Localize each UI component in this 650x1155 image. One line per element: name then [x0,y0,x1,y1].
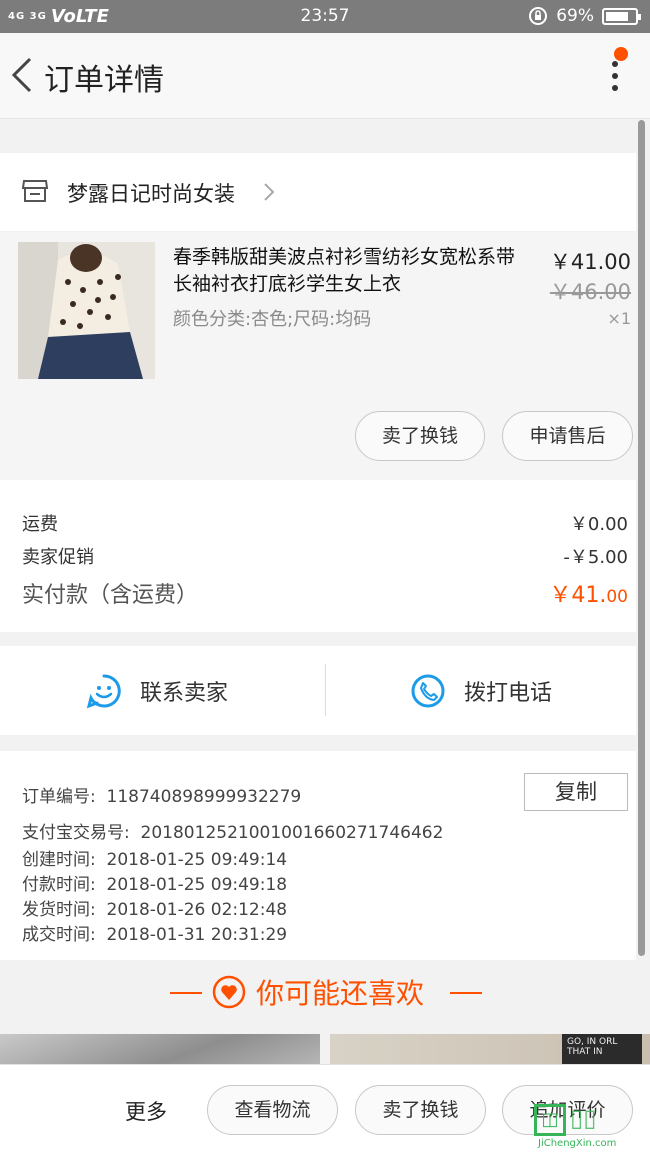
after-sale-button[interactable]: 申请售后 [502,411,633,461]
paid-time-row: 付款时间: 2018-01-25 09:49:18 [22,870,287,895]
shop-icon [22,180,48,202]
shop-name: 梦露日记时尚女装 [67,182,235,206]
call-label: 拨打电话 [464,680,553,706]
alipay-number-label: 支付宝交易号: [22,823,130,843]
recommend-sign-text: GO, IN ORL THAT IN [562,1034,642,1064]
recommend-header: 你可能还喜欢 [0,962,650,1024]
shipped-time-label: 发货时间: [22,900,96,920]
shipping-label: 运费 [22,514,58,535]
product-spec: 颜色分类:杏色;尺码:均码 [173,309,372,330]
sell-button[interactable]: 卖了换钱 [355,411,485,461]
contact-section: 联系卖家 拨打电话 [0,646,636,735]
shipping-row: 运费 ￥0.00 [22,510,628,536]
product-quantity: ×1 [607,309,631,328]
recommend-item-image[interactable]: GO, IN ORL THAT IN [330,1034,650,1064]
order-number-value: 118740898999932279 [106,787,302,807]
scrollbar[interactable] [638,120,645,956]
recommend-thumbnails: GO, IN ORL THAT IN [0,1034,650,1064]
nav-bar: 订单详情 [0,33,650,119]
watermark-glyphs: ▯▯ [570,1104,597,1132]
alipay-number-value: 2018012521001001660271746462 [140,823,444,843]
order-number-row: 订单编号: 118740898999932279 [22,782,301,807]
contact-seller-label: 联系卖家 [140,680,229,706]
battery-percent: 69% [556,6,594,26]
shipped-time-value: 2018-01-26 02:12:48 [106,900,288,920]
total-cents: 00 [606,587,628,607]
product-item[interactable]: 春季韩版甜美波点衬衫雪纺衫女宽松系带长袖衬衣打底衫学生女上衣 颜色分类:杏色;尺… [0,232,636,480]
page-title: 订单详情 [44,63,164,98]
chevron-right-icon [264,183,275,201]
fees-section: 运费 ￥0.00 卖家促销 -￥5.00 实付款（含运费） ￥41.00 [0,480,636,632]
more-menu-icon[interactable] [608,57,622,97]
total-value: ￥41.00 [549,577,628,609]
product-original-price: ￥46.00 [549,280,631,304]
heart-icon [212,975,246,1009]
watermark-mark: ◫ [534,1104,566,1136]
watermark-logo: ◫ ▯▯ JiChengXin.com [534,1104,648,1152]
copy-button[interactable]: 复制 [524,773,628,811]
product-price: ￥41.00 [549,250,631,274]
alipay-number-row: 支付宝交易号: 2018012521001001660271746462 [22,818,443,843]
total-main: ￥41. [549,583,607,608]
shipping-value: ￥0.00 [569,514,628,535]
sell-button-bottom[interactable]: 卖了换钱 [355,1085,486,1135]
total-label: 实付款（含运费） [22,583,199,608]
status-right: 69% [528,6,641,26]
chat-face-icon [86,673,121,708]
completed-time-row: 成交时间: 2018-01-31 20:31:29 [22,920,287,945]
product-name[interactable]: 春季韩版甜美波点衬衫雪纺衫女宽松系带长袖衬衣打底衫学生女上衣 [173,244,528,298]
paid-time-label: 付款时间: [22,875,96,895]
completed-time-label: 成交时间: [22,925,96,945]
product-image[interactable] [18,242,155,379]
recommend-line-left [170,992,202,994]
order-number-label: 订单编号: [22,787,96,807]
more-button[interactable]: 更多 [125,1096,167,1126]
contact-seller-button[interactable]: 联系卖家 [86,646,228,735]
total-row: 实付款（含运费） ￥41.00 [22,577,628,609]
recommend-item-image[interactable] [0,1034,320,1064]
created-time-label: 创建时间: [22,850,96,870]
notification-dot [614,47,628,61]
status-bar: 4G 3G VoLTE 23:57 69% [0,0,650,33]
back-arrow-icon[interactable] [8,55,38,95]
order-info-section: 订单编号: 118740898999932279 复制 支付宝交易号: 2018… [0,751,636,960]
paid-time-value: 2018-01-25 09:49:18 [106,875,288,895]
promo-label: 卖家促销 [22,547,94,568]
rotation-lock-icon [529,7,548,25]
promo-value: -￥5.00 [563,547,628,568]
promo-row: 卖家促销 -￥5.00 [22,543,628,569]
call-button[interactable]: 拨打电话 [410,646,552,735]
created-time-row: 创建时间: 2018-01-25 09:49:14 [22,845,287,870]
shipped-time-row: 发货时间: 2018-01-26 02:12:48 [22,895,287,920]
phone-icon [411,674,445,707]
completed-time-value: 2018-01-31 20:31:29 [106,925,288,945]
battery-icon [602,7,641,25]
view-logistics-button[interactable]: 查看物流 [207,1085,338,1135]
recommend-title: 你可能还喜欢 [256,977,425,1010]
created-time-value: 2018-01-25 09:49:14 [106,850,288,870]
recommend-line-right [450,992,482,994]
shop-row[interactable]: 梦露日记时尚女装 [0,153,636,231]
contact-divider [325,664,326,716]
watermark-url: JiChengXin.com [538,1138,617,1149]
